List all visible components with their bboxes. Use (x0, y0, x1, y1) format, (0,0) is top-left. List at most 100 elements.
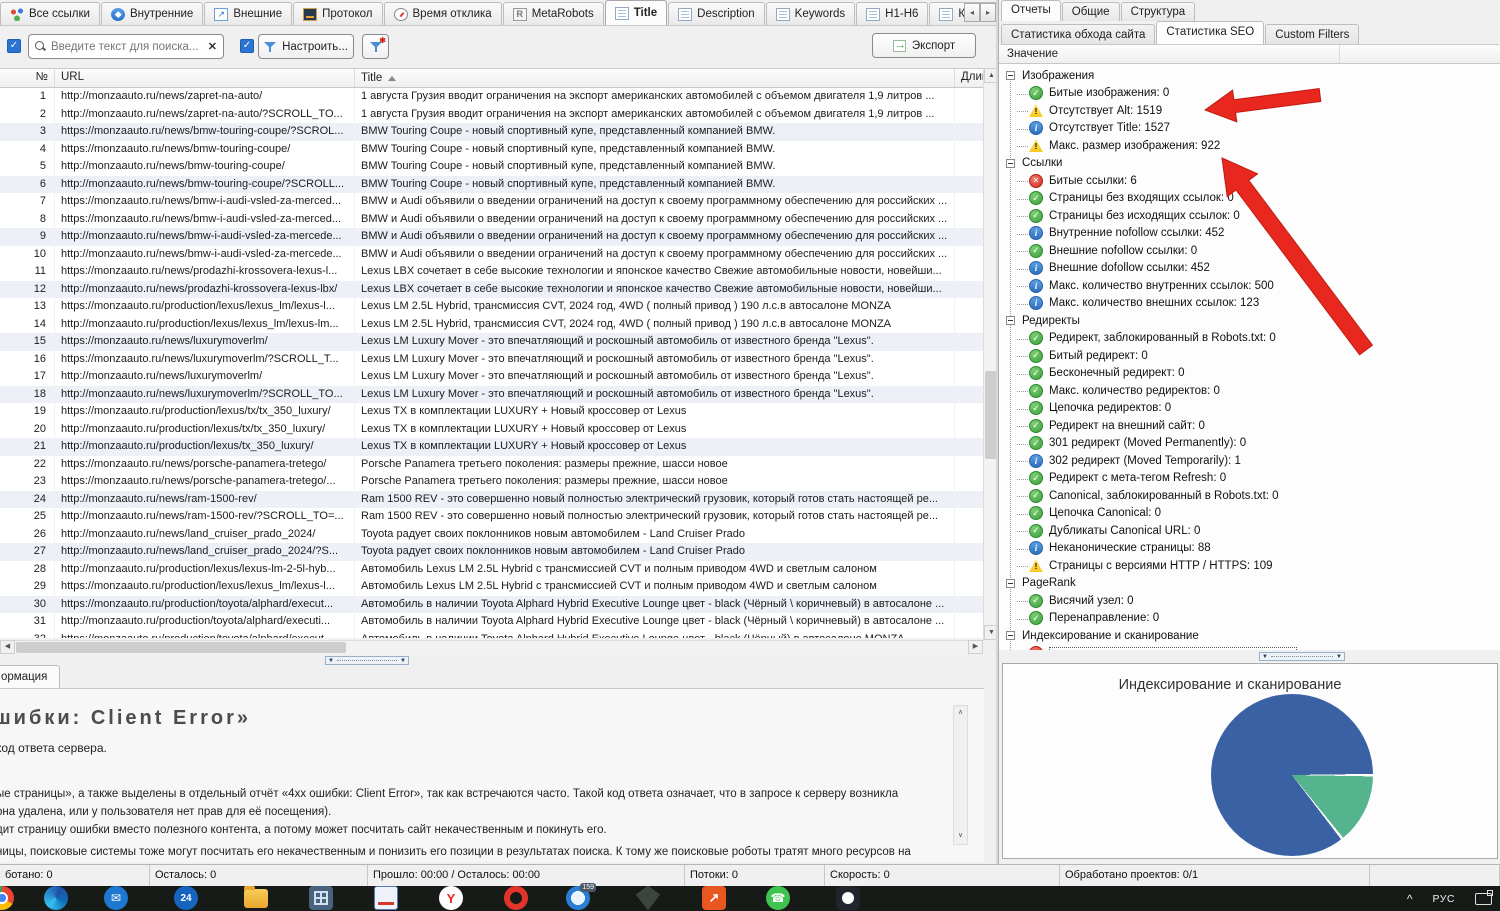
table-row[interactable]: 2http://monzaauto.ru/news/zapret-na-auto… (0, 106, 984, 124)
tree-item[interactable]: ✓Макс. количество редиректов: 0 (1005, 382, 1500, 400)
tab-Время отклика[interactable]: Время отклика (384, 2, 502, 25)
tab-Внешние[interactable]: Внешние (204, 2, 292, 25)
table-row[interactable]: 30https://monzaauto.ru/production/toyota… (0, 596, 984, 614)
table-row[interactable]: 4https://monzaauto.ru/news/bmw-touring-c… (0, 141, 984, 159)
taskbar-icon-mail[interactable] (104, 886, 128, 910)
tab-Протокол[interactable]: Протокол (293, 2, 382, 25)
taskbar-icon-github[interactable] (836, 886, 860, 910)
tree-item[interactable]: !Страницы с версиями HTTP / HTTPS: 109 (1005, 557, 1500, 575)
tab-information[interactable]: ормация (0, 665, 60, 688)
table-row[interactable]: 24http://monzaauto.ru/news/ram-1500-rev/… (0, 491, 984, 509)
tab-Общие[interactable]: Общие (1062, 2, 1120, 21)
tab-Keywords[interactable]: Keywords (766, 2, 856, 25)
taskbar-icon-calculator[interactable] (309, 886, 333, 910)
taskbar-icon-analytics[interactable] (702, 886, 726, 910)
tab-Description[interactable]: Description (668, 2, 765, 25)
table-row[interactable]: 31http://monzaauto.ru/production/toyota/… (0, 613, 984, 631)
table-row[interactable]: 9http://monzaauto.ru/news/bmw-i-audi-vsl… (0, 228, 984, 246)
tree-item[interactable]: ✓Битые изображения: 0 (1005, 85, 1500, 103)
tree-item[interactable]: iНеканонические страницы: 88 (1005, 540, 1500, 558)
tree-item[interactable]: ✕Битые ссылки: 6 (1005, 172, 1500, 190)
scroll-up-icon[interactable]: ∧ (954, 706, 967, 721)
table-row[interactable]: 19https://monzaauto.ru/production/lexus/… (0, 403, 984, 421)
touch-keyboard-icon[interactable] (1475, 893, 1492, 905)
table-row[interactable]: 27http://monzaauto.ru/news/land_cruiser_… (0, 543, 984, 561)
scroll-down-icon[interactable]: ∨ (954, 829, 967, 844)
table-row[interactable]: 1http://monzaauto.ru/news/zapret-na-auto… (0, 88, 984, 106)
taskbar-icon-site-analyzer[interactable] (636, 886, 660, 910)
table-row[interactable]: 25http://monzaauto.ru/news/ram-1500-rev/… (0, 508, 984, 526)
table-row[interactable]: 13https://monzaauto.ru/production/lexus/… (0, 298, 984, 316)
chart-splitter-handle[interactable]: ▼ ▼ (1259, 652, 1345, 661)
tab-Структура[interactable]: Структура (1121, 2, 1196, 21)
taskbar-icon-yandex[interactable]: Y (439, 886, 463, 910)
tree-section-row[interactable]: Изображения (1005, 67, 1500, 85)
table-row[interactable]: 10http://monzaauto.ru/news/bmw-i-audi-vs… (0, 246, 984, 264)
tab-MetaRobots[interactable]: MetaRobots (503, 2, 604, 25)
tree-item[interactable]: ✓301 редирект (Moved Permanently): 0 (1005, 435, 1500, 453)
collapse-icon[interactable] (1006, 316, 1015, 325)
column-header-url[interactable]: URL (55, 69, 355, 87)
table-row[interactable]: 15https://monzaauto.ru/news/luxurymoverl… (0, 333, 984, 351)
table-row[interactable]: 3https://monzaauto.ru/news/bmw-touring-c… (0, 123, 984, 141)
taskbar-icon-whatsapp[interactable] (766, 886, 790, 910)
tree-item[interactable]: ✓Цепочка редиректов: 0 (1005, 400, 1500, 418)
tree-item[interactable]: ✓Цепочка Canonical: 0 (1005, 505, 1500, 523)
tree-item[interactable]: ✓Canonical, заблокированный в Robots.txt… (1005, 487, 1500, 505)
taskbar-icon-floppy[interactable] (374, 886, 398, 910)
table-row[interactable]: 14http://monzaauto.ru/production/lexus/l… (0, 316, 984, 334)
tab-Все ссылки[interactable]: Все ссылки (0, 2, 100, 25)
search-enable-checkbox[interactable]: ✓ (7, 39, 21, 53)
configure-filter-button[interactable]: Настроить... (258, 34, 354, 59)
tree-item[interactable]: ✓Редирект, заблокированный в Robots.txt:… (1005, 330, 1500, 348)
table-row[interactable]: 29https://monzaauto.ru/production/lexus/… (0, 578, 984, 596)
tab-scroll-left-icon[interactable]: ◂ (964, 3, 980, 22)
table-row[interactable]: 26http://monzaauto.ru/news/land_cruiser_… (0, 526, 984, 544)
tree-item[interactable]: ✕ (1005, 645, 1500, 651)
tree-item[interactable]: ✓Страницы без исходящих ссылок: 0 (1005, 207, 1500, 225)
tree-item[interactable]: iМакс. количество внутренних ссылок: 500 (1005, 277, 1500, 295)
column-divider[interactable] (1339, 45, 1340, 63)
tree-section-row[interactable]: Редиректы (1005, 312, 1500, 330)
table-row[interactable]: 11https://monzaauto.ru/news/prodazhi-kro… (0, 263, 984, 281)
hidden-icons-chevron[interactable]: ^ (1407, 892, 1413, 906)
tree-item[interactable]: !Макс. размер изображения: 922 (1005, 137, 1500, 155)
tab-scroll-right-icon[interactable]: ▸ (980, 3, 996, 22)
taskbar-icon-edge[interactable] (44, 886, 68, 910)
table-row[interactable]: 6http://monzaauto.ru/news/bmw-touring-co… (0, 176, 984, 194)
table-row[interactable]: 8https://monzaauto.ru/news/bmw-i-audi-vs… (0, 211, 984, 229)
tree-item[interactable]: ✓Дубликаты Canonical URL: 0 (1005, 522, 1500, 540)
tab-Статистика обхода сайта[interactable]: Статистика обхода сайта (1001, 24, 1155, 44)
tree-section-row[interactable]: Индексирование и сканирование (1005, 627, 1500, 645)
tree-item[interactable]: ✓Бесконечный редирект: 0 (1005, 365, 1500, 383)
tab-Custom Filters[interactable]: Custom Filters (1265, 24, 1359, 44)
collapse-icon[interactable] (1006, 579, 1015, 588)
tree-item[interactable]: ✓Перенаправление: 0 (1005, 610, 1500, 628)
table-row[interactable]: 21http://monzaauto.ru/production/lexus/t… (0, 438, 984, 456)
tree-item[interactable]: iМакс. количество внешних ссылок: 123 (1005, 295, 1500, 313)
search-input[interactable] (51, 41, 208, 53)
tree-item[interactable]: !Отсутствует Alt: 1519 (1005, 102, 1500, 120)
tab-Отчеты[interactable]: Отчеты (1001, 0, 1061, 21)
taskbar-icon-online24[interactable]: 24 (174, 886, 198, 910)
tab-Статистика SEO[interactable]: Статистика SEO (1156, 21, 1264, 44)
tab-Title[interactable]: Title (605, 0, 667, 25)
table-row[interactable]: 20http://monzaauto.ru/production/lexus/t… (0, 421, 984, 439)
language-indicator[interactable]: РУС (1432, 893, 1455, 905)
tree-item[interactable]: ✓Страницы без входящих ссылок: 0 (1005, 190, 1500, 208)
horizontal-scroll-thumb[interactable] (16, 642, 346, 653)
tree-section-row[interactable]: PageRank (1005, 575, 1500, 593)
tree-item[interactable]: ✓Висячий узел: 0 (1005, 592, 1500, 610)
tree-item[interactable]: iВнешние dofollow ссылки: 452 (1005, 260, 1500, 278)
table-row[interactable]: 17http://monzaauto.ru/news/luxurymoverlm… (0, 368, 984, 386)
tree-item[interactable]: ✓Внешние nofollow ссылки: 0 (1005, 242, 1500, 260)
table-row[interactable]: 22https://monzaauto.ru/news/porsche-pana… (0, 456, 984, 474)
taskbar-icon-clock[interactable]: 159 (566, 886, 590, 910)
column-header-number[interactable]: № (0, 69, 55, 87)
column-header-title[interactable]: Title (355, 69, 955, 87)
taskbar-icon-browser[interactable] (0, 886, 14, 910)
clear-search-icon[interactable]: ✕ (208, 40, 217, 53)
taskbar-icon-opera[interactable] (504, 886, 528, 910)
value-column-header[interactable]: Значение (999, 45, 1500, 64)
reset-filter-button[interactable]: ✱ (362, 34, 389, 59)
